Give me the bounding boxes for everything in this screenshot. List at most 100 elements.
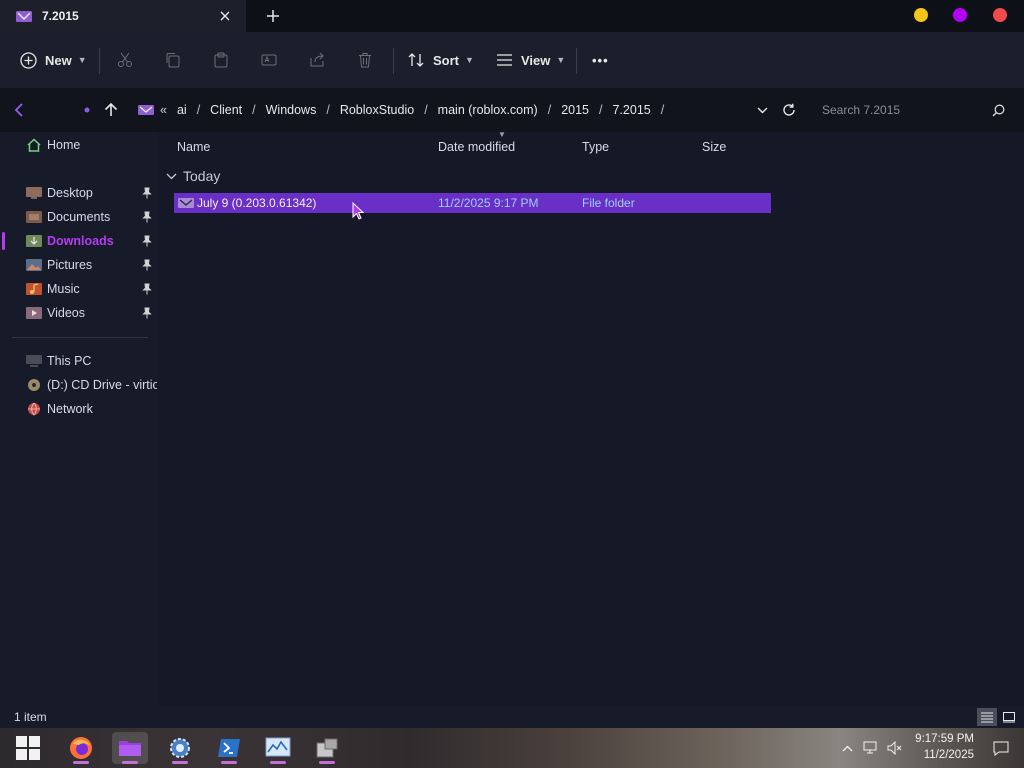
- sidebar-item-label: (D:) CD Drive - virtio-: [47, 378, 157, 392]
- new-tab-button[interactable]: [262, 5, 284, 27]
- sidebar-divider: [12, 337, 148, 338]
- running-indicator: [122, 761, 138, 764]
- refresh-icon: [783, 103, 795, 116]
- taskbar-firefox[interactable]: [63, 732, 99, 764]
- more-options-icon: •••: [592, 52, 609, 68]
- tray-volume[interactable]: [884, 732, 906, 764]
- taskbar-app[interactable]: [309, 732, 345, 764]
- share-icon: [310, 52, 324, 67]
- maximize-button[interactable]: [953, 8, 967, 22]
- sidebar-item-home[interactable]: Home: [0, 134, 158, 156]
- desktop-icon: [26, 187, 42, 199]
- back-button[interactable]: [9, 100, 29, 120]
- close-tab-button[interactable]: [216, 7, 234, 25]
- column-header-size[interactable]: Size: [702, 140, 726, 154]
- videos-icon: [26, 307, 42, 319]
- plus-circle-icon: [20, 51, 37, 69]
- column-header-type[interactable]: Type: [582, 140, 609, 154]
- music-icon: [26, 283, 42, 295]
- folder-icon: [16, 11, 32, 22]
- up-arrow-icon: [104, 103, 118, 116]
- taskbar-settings[interactable]: [162, 732, 198, 764]
- pc-icon: [26, 355, 42, 367]
- breadcrumb-item[interactable]: 2015: [561, 103, 589, 117]
- folder-icon: [138, 105, 154, 115]
- breadcrumb-overflow[interactable]: «: [160, 103, 167, 117]
- sidebar-item-network[interactable]: Network: [0, 398, 158, 420]
- column-header-date-modified[interactable]: Date modified: [438, 140, 515, 154]
- breadcrumb-item[interactable]: RobloxStudio: [340, 103, 414, 117]
- sidebar-item-videos[interactable]: Videos: [0, 302, 158, 324]
- sidebar-item-label: Downloads: [47, 234, 114, 248]
- address-dropdown-button[interactable]: [752, 100, 772, 120]
- clock[interactable]: 9:17:59 PM 11/2/2025: [910, 731, 974, 763]
- tab-current[interactable]: 7.2015: [0, 0, 246, 32]
- rename-button[interactable]: [261, 50, 277, 70]
- pin-icon: [142, 211, 152, 223]
- documents-icon: [26, 211, 42, 223]
- sidebar-item-music[interactable]: Music: [0, 278, 158, 300]
- breadcrumb-item[interactable]: main (roblox.com): [438, 103, 538, 117]
- cd-drive-icon: [28, 379, 40, 391]
- pin-icon: [142, 235, 152, 247]
- chevron-up-icon: [842, 745, 852, 751]
- cut-button[interactable]: [117, 50, 133, 70]
- taskbar-powershell[interactable]: [211, 732, 247, 764]
- divider: [99, 48, 100, 74]
- breadcrumb-item[interactable]: Windows: [266, 103, 317, 117]
- search-input[interactable]: [808, 103, 978, 117]
- sidebar-item-documents[interactable]: Documents: [0, 206, 158, 228]
- breadcrumb-separator: /: [424, 103, 428, 117]
- show-hidden-icons-button[interactable]: [838, 732, 856, 764]
- taskbar-file-explorer[interactable]: [112, 732, 148, 764]
- start-button[interactable]: [10, 732, 46, 764]
- row-type: File folder: [582, 196, 635, 210]
- status-bar: 1 item: [0, 706, 1024, 728]
- file-list: ▼ Name Date modified Type Size Today Jul…: [158, 130, 1024, 706]
- search-box[interactable]: [808, 100, 1014, 120]
- breadcrumb-item[interactable]: 7.2015: [612, 103, 650, 117]
- tray-network[interactable]: [860, 732, 882, 764]
- sidebar-item-downloads[interactable]: Downloads: [0, 230, 158, 252]
- running-indicator: [172, 761, 188, 764]
- notification-icon: [993, 741, 1009, 756]
- clock-time: 9:17:59 PM: [915, 733, 974, 745]
- downloads-icon: [26, 235, 42, 247]
- breadcrumb-item[interactable]: ai: [177, 103, 187, 117]
- rename-icon: [261, 54, 277, 66]
- forward-button[interactable]: [77, 100, 97, 120]
- minimize-button[interactable]: [914, 8, 928, 22]
- back-arrow-icon: [14, 103, 23, 117]
- more-options-button[interactable]: •••: [592, 50, 609, 70]
- delete-button[interactable]: [357, 50, 373, 70]
- notifications-button[interactable]: [988, 732, 1014, 764]
- up-button[interactable]: [101, 100, 121, 120]
- sidebar-item-desktop[interactable]: Desktop: [0, 182, 158, 204]
- column-header-name[interactable]: Name: [177, 140, 210, 154]
- paste-icon: [214, 52, 228, 68]
- new-label: New: [45, 52, 72, 68]
- table-row[interactable]: July 9 (0.203.0.61342) 11/2/2025 9:17 PM…: [174, 193, 771, 213]
- view-button[interactable]: View ▼: [496, 50, 565, 70]
- share-button[interactable]: [309, 50, 325, 70]
- pictures-icon: [26, 259, 42, 271]
- paste-button[interactable]: [213, 50, 229, 70]
- sidebar-item-cd-drive[interactable]: (D:) CD Drive - virtio-: [0, 374, 158, 396]
- refresh-button[interactable]: [779, 100, 799, 120]
- copy-button[interactable]: [165, 50, 181, 70]
- details-view-button[interactable]: [977, 708, 997, 726]
- sort-button[interactable]: Sort ▼: [408, 50, 474, 70]
- sidebar-item-pictures[interactable]: Pictures: [0, 254, 158, 276]
- new-button[interactable]: New ▼: [20, 50, 87, 70]
- close-window-button[interactable]: [993, 8, 1007, 22]
- sidebar-item-label: Desktop: [47, 186, 93, 200]
- breadcrumb-item[interactable]: Client: [210, 103, 242, 117]
- sidebar-item-this-pc[interactable]: This PC: [0, 350, 158, 372]
- title-bar: 7.2015: [0, 0, 1024, 32]
- taskbar-resource-monitor[interactable]: [260, 732, 296, 764]
- taskbar: 9:17:59 PM 11/2/2025: [0, 728, 1024, 768]
- chevron-down-icon: [166, 173, 177, 179]
- command-bar: New ▼ Sort ▼ View ▼ •••: [0, 32, 1024, 88]
- tiles-view-button[interactable]: [999, 708, 1019, 726]
- group-header-today[interactable]: Today: [166, 168, 220, 184]
